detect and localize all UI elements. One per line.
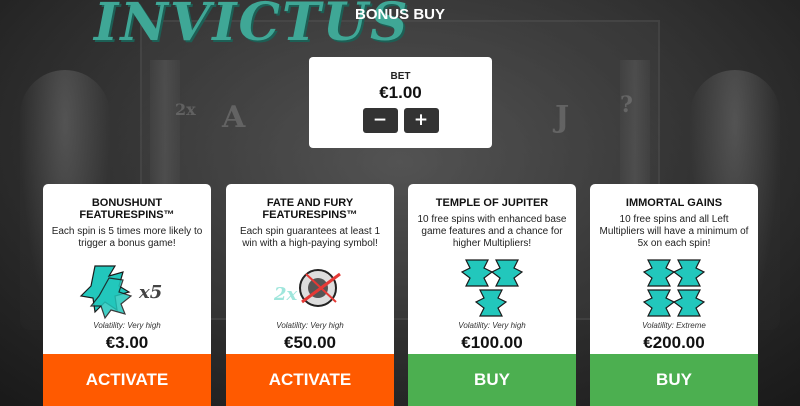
- page-title: BONUS BUY: [354, 6, 445, 23]
- card-title-line1: BONUSHUNT: [91, 197, 163, 209]
- temple-of-jupiter-scatter-symbols: [408, 258, 576, 322]
- scatter-symbol-icon: [490, 259, 524, 287]
- bet-value: €1.00: [379, 83, 422, 102]
- card-title-line1: IMMORTAL GAINS: [625, 197, 723, 209]
- card-title-line1: FATE AND FURY: [266, 197, 354, 209]
- card-title: TEMPLE OF JUPITER: [408, 197, 576, 209]
- bonus-card-temple-of-jupiter: TEMPLE OF JUPITER 10 free spins with enh…: [408, 184, 576, 406]
- card-description: 10 free spins with enhanced base game fe…: [417, 214, 567, 249]
- card-title-line2: FEATURESPINS™: [79, 209, 175, 221]
- card-title: BONUSHUNT FEATURESPINS™: [43, 197, 211, 221]
- reel-symbol-wild: ?: [620, 92, 633, 118]
- buy-temple-of-jupiter-button[interactable]: BUY: [408, 354, 576, 406]
- card-price: €200.00: [643, 333, 705, 352]
- volatility-label: Volatility: Very high: [93, 321, 161, 330]
- scatter-symbol-icon: [672, 289, 706, 317]
- scatter-symbol-icon: [474, 289, 508, 317]
- volatility-label: Volatility: Very high: [276, 321, 344, 330]
- card-description: Each spin guarantees at least 1 win with…: [239, 226, 381, 249]
- activate-fate-and-fury-button[interactable]: ACTIVATE: [226, 354, 394, 406]
- card-description: 10 free spins and all Left Multipliers w…: [599, 214, 749, 249]
- bonus-card-fate-and-fury: FATE AND FURY FEATURESPINS™ Each spin gu…: [226, 184, 394, 406]
- decrease-bet-button[interactable]: −: [362, 108, 398, 133]
- x5-multiplier-text: x5: [138, 282, 162, 303]
- volatility-label: Volatility: Extreme: [642, 321, 706, 330]
- bonus-card-immortal-gains: IMMORTAL GAINS 10 free spins and all Lef…: [590, 184, 758, 406]
- card-price: €3.00: [105, 333, 149, 352]
- bonus-card-bonushunt: BONUSHUNT FEATURESPINS™ Each spin is 5 t…: [43, 184, 211, 406]
- card-price: €100.00: [461, 333, 523, 352]
- scatter-symbol-icon: [672, 259, 706, 287]
- card-title: FATE AND FURY FEATURESPINS™: [226, 197, 394, 221]
- fate-and-fury-feature-image: 2x: [226, 258, 394, 322]
- reel-symbol-a: A: [222, 100, 246, 135]
- immortal-gains-scatter-symbols: [590, 258, 758, 322]
- card-price: €50.00: [284, 333, 336, 352]
- scatter-symbol-icon: [642, 289, 676, 317]
- reel-symbol-j: J: [555, 100, 570, 135]
- scatter-symbol-icon: [460, 259, 494, 287]
- card-title-line2: FEATURESPINS™: [262, 209, 358, 221]
- increase-bet-button[interactable]: +: [403, 108, 439, 133]
- volatility-label: Volatility: Very high: [458, 321, 526, 330]
- bet-panel: BET €1.00 − +: [309, 57, 492, 148]
- card-title-line1: TEMPLE OF JUPITER: [435, 197, 549, 209]
- card-title: IMMORTAL GAINS: [590, 197, 758, 209]
- 2x-multiplier-text: 2x: [273, 284, 298, 305]
- scatter-symbol-icon: [642, 259, 676, 287]
- reel-symbol-multiplier: 2x: [175, 100, 196, 119]
- card-description: Each spin is 5 times more likely to trig…: [51, 226, 203, 249]
- bonushunt-feature-image: x5: [43, 258, 211, 322]
- activate-bonushunt-button[interactable]: ACTIVATE: [43, 354, 211, 406]
- bet-label: BET: [390, 71, 411, 82]
- buy-immortal-gains-button[interactable]: BUY: [590, 354, 758, 406]
